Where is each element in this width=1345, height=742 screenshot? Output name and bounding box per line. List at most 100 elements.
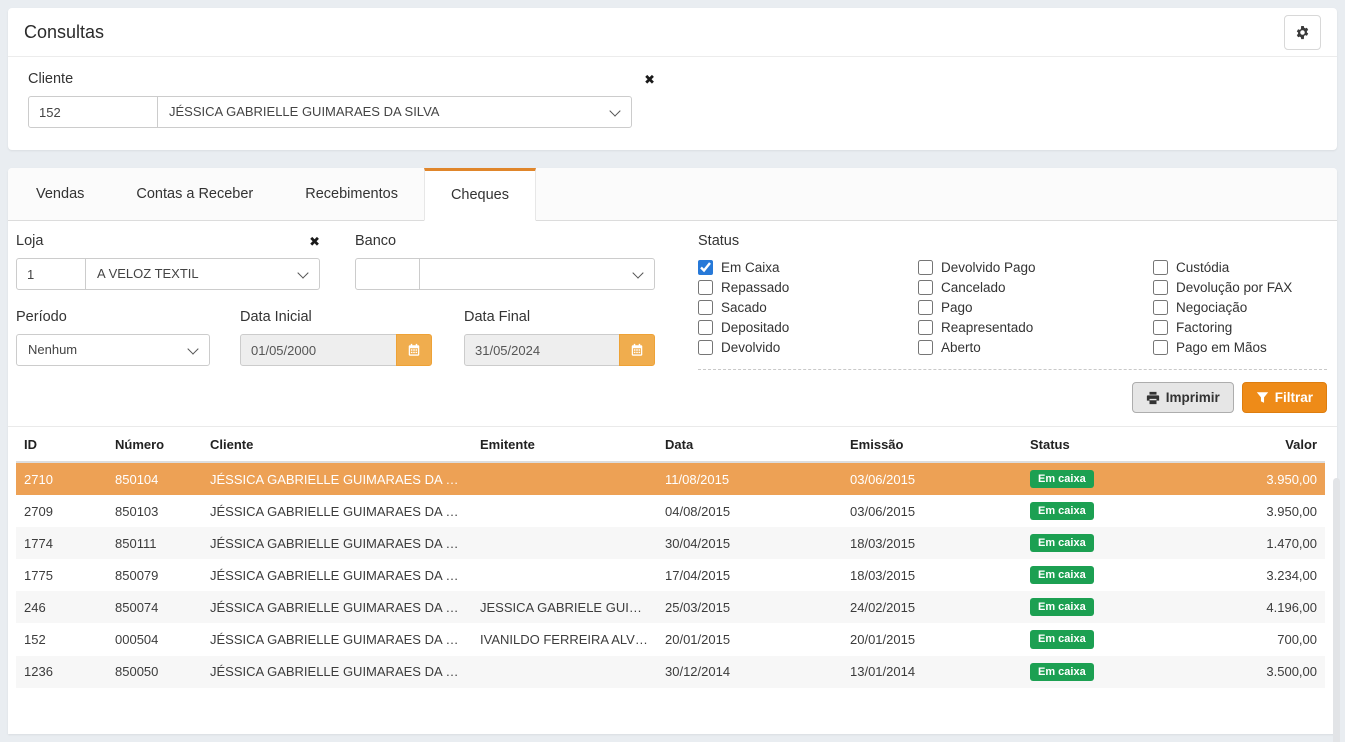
cell-id: 246 bbox=[16, 591, 107, 623]
banco-code-input[interactable] bbox=[355, 258, 420, 290]
cell-emitente bbox=[472, 495, 657, 527]
tab-cheques[interactable]: Cheques bbox=[424, 168, 536, 221]
client-code-input[interactable] bbox=[28, 96, 158, 128]
status-option-aberto[interactable]: Aberto bbox=[918, 340, 1153, 355]
status-badge: Em caixa bbox=[1030, 598, 1094, 616]
status-option-em-caixa[interactable]: Em Caixa bbox=[698, 260, 918, 275]
status-badge: Em caixa bbox=[1030, 534, 1094, 552]
checkbox-devolvido-pago[interactable] bbox=[918, 260, 933, 275]
status-badge: Em caixa bbox=[1030, 663, 1094, 681]
table-row[interactable]: 2709850103JÉSSICA GABRIELLE GUIMARAES DA… bbox=[16, 495, 1325, 527]
column-header-data: Data bbox=[657, 427, 842, 462]
data-final-calendar-button[interactable] bbox=[619, 334, 655, 366]
table-row[interactable]: 1236850050JÉSSICA GABRIELLE GUIMARAES DA… bbox=[16, 656, 1325, 688]
cell-valor: 4.196,00 bbox=[1167, 591, 1325, 623]
table-row[interactable]: 152000504JÉSSICA GABRIELLE GUIMARAES DA … bbox=[16, 623, 1325, 655]
status-option-cancelado[interactable]: Cancelado bbox=[918, 280, 1153, 295]
cell-emitente bbox=[472, 527, 657, 559]
checkbox-pago[interactable] bbox=[918, 300, 933, 315]
loja-select[interactable]: A VELOZ TEXTIL bbox=[85, 258, 320, 290]
status-option-devolvido-pago[interactable]: Devolvido Pago bbox=[918, 260, 1153, 275]
checkbox-repassado[interactable] bbox=[698, 280, 713, 295]
checkbox-custodia[interactable] bbox=[1153, 260, 1168, 275]
data-inicial-calendar-button[interactable] bbox=[396, 334, 432, 366]
cell-emissao: 18/03/2015 bbox=[842, 559, 1022, 591]
cell-cliente: JÉSSICA GABRIELLE GUIMARAES DA SILVA bbox=[202, 623, 472, 655]
cell-emissao: 20/01/2015 bbox=[842, 623, 1022, 655]
calendar-icon bbox=[407, 343, 421, 357]
consultas-header: Consultas bbox=[8, 8, 1337, 57]
client-select[interactable]: JÉSSICA GABRIELLE GUIMARAES DA SILVA bbox=[157, 96, 632, 128]
periodo-select[interactable]: Nenhum bbox=[16, 334, 210, 366]
table-row[interactable]: 246850074JÉSSICA GABRIELLE GUIMARAES DA … bbox=[16, 591, 1325, 623]
checkbox-cancelado[interactable] bbox=[918, 280, 933, 295]
checkbox-negociacao[interactable] bbox=[1153, 300, 1168, 315]
cell-id: 1775 bbox=[16, 559, 107, 591]
imprimir-button[interactable]: Imprimir bbox=[1132, 382, 1234, 413]
table-header-row: IDNúmeroClienteEmitenteDataEmissãoStatus… bbox=[16, 427, 1325, 462]
status-badge: Em caixa bbox=[1030, 470, 1094, 488]
status-option-pago[interactable]: Pago bbox=[918, 300, 1153, 315]
loja-code-input[interactable] bbox=[16, 258, 86, 290]
status-option-depositado[interactable]: Depositado bbox=[698, 320, 918, 335]
banco-select[interactable] bbox=[419, 258, 655, 290]
loja-label: Loja bbox=[16, 233, 43, 249]
cell-numero: 850103 bbox=[107, 495, 202, 527]
status-option-devolucao-por-fax[interactable]: Devolução por FAX bbox=[1153, 280, 1327, 295]
checkbox-factoring[interactable] bbox=[1153, 320, 1168, 335]
checkbox-pago-em-maos[interactable] bbox=[1153, 340, 1168, 355]
status-option-sacado[interactable]: Sacado bbox=[698, 300, 918, 315]
status-option-pago-em-maos[interactable]: Pago em Mãos bbox=[1153, 340, 1327, 355]
status-option-negociacao[interactable]: Negociação bbox=[1153, 300, 1327, 315]
column-header-id: ID bbox=[16, 427, 107, 462]
client-filter-section: Cliente ✖ JÉSSICA GABRIELLE GUIMARAES DA… bbox=[8, 57, 1337, 150]
cell-cliente: JÉSSICA GABRIELLE GUIMARAES DA SILVA bbox=[202, 559, 472, 591]
cheques-table: IDNúmeroClienteEmitenteDataEmissãoStatus… bbox=[16, 427, 1325, 688]
cell-cliente: JÉSSICA GABRIELLE GUIMARAES DA SILVA bbox=[202, 656, 472, 688]
table-row[interactable]: 1775850079JÉSSICA GABRIELLE GUIMARAES DA… bbox=[16, 559, 1325, 591]
data-inicial-input[interactable] bbox=[240, 334, 397, 366]
cell-data: 11/08/2015 bbox=[657, 462, 842, 495]
scrollbar-thumb[interactable] bbox=[1333, 478, 1340, 742]
page-title: Consultas bbox=[24, 22, 104, 43]
filtrar-button[interactable]: Filtrar bbox=[1242, 382, 1327, 413]
cell-emissao: 13/01/2014 bbox=[842, 656, 1022, 688]
status-option-custodia[interactable]: Custódia bbox=[1153, 260, 1327, 275]
tab-contas-a-receber[interactable]: Contas a Receber bbox=[110, 168, 279, 220]
data-final-input[interactable] bbox=[464, 334, 620, 366]
table-row[interactable]: 1774850111JÉSSICA GABRIELLE GUIMARAES DA… bbox=[16, 527, 1325, 559]
status-option-repassado[interactable]: Repassado bbox=[698, 280, 918, 295]
client-clear-icon[interactable]: ✖ bbox=[644, 73, 655, 86]
main-card: VendasContas a ReceberRecebimentosCheque… bbox=[8, 168, 1337, 734]
cell-emitente: IVANILDO FERREIRA ALVES FI... bbox=[472, 623, 657, 655]
checkbox-aberto[interactable] bbox=[918, 340, 933, 355]
checkbox-devolvido[interactable] bbox=[698, 340, 713, 355]
cell-id: 2709 bbox=[16, 495, 107, 527]
column-header-emissao: Emissão bbox=[842, 427, 1022, 462]
status-option-devolvido[interactable]: Devolvido bbox=[698, 340, 918, 355]
results-table-section: IDNúmeroClienteEmitenteDataEmissãoStatus… bbox=[8, 426, 1337, 688]
tab-vendas[interactable]: Vendas bbox=[10, 168, 110, 220]
status-option-factoring[interactable]: Factoring bbox=[1153, 320, 1327, 335]
cell-data: 20/01/2015 bbox=[657, 623, 842, 655]
cell-valor: 1.470,00 bbox=[1167, 527, 1325, 559]
checkbox-sacado[interactable] bbox=[698, 300, 713, 315]
checkbox-reapresentado[interactable] bbox=[918, 320, 933, 335]
table-row[interactable]: 2710850104JÉSSICA GABRIELLE GUIMARAES DA… bbox=[16, 462, 1325, 495]
checkbox-devolucao-por-fax[interactable] bbox=[1153, 280, 1168, 295]
cell-numero: 850111 bbox=[107, 527, 202, 559]
cell-status: Em caixa bbox=[1022, 495, 1167, 527]
cell-valor: 3.234,00 bbox=[1167, 559, 1325, 591]
banco-label: Banco bbox=[355, 233, 396, 249]
filters-panel: Loja ✖ A VELOZ TEXTIL Banco bbox=[8, 221, 1337, 413]
tab-recebimentos[interactable]: Recebimentos bbox=[279, 168, 424, 220]
checkbox-depositado[interactable] bbox=[698, 320, 713, 335]
cell-valor: 3.500,00 bbox=[1167, 656, 1325, 688]
settings-button[interactable] bbox=[1284, 15, 1321, 50]
status-option-reapresentado[interactable]: Reapresentado bbox=[918, 320, 1153, 335]
cell-cliente: JÉSSICA GABRIELLE GUIMARAES DA SILVA bbox=[202, 462, 472, 495]
checkbox-em-caixa[interactable] bbox=[698, 260, 713, 275]
cell-emitente bbox=[472, 559, 657, 591]
loja-clear-icon[interactable]: ✖ bbox=[309, 235, 320, 248]
column-header-status: Status bbox=[1022, 427, 1167, 462]
